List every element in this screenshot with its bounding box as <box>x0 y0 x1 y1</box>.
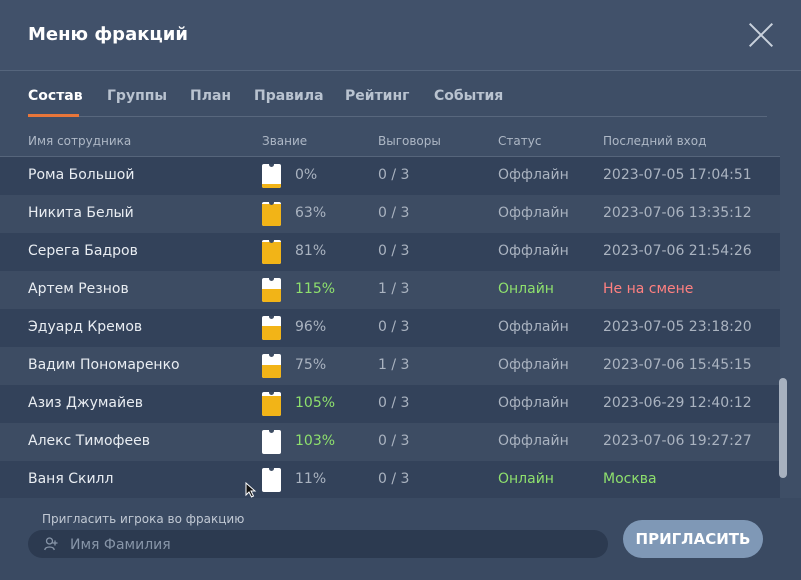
member-name: Рома Большой <box>28 167 135 183</box>
last-login: 2023-07-05 17:04:51 <box>603 167 752 183</box>
rank-badge-icon <box>262 316 281 340</box>
last-login: 2023-07-05 23:18:20 <box>603 319 752 335</box>
last-login: Москва <box>603 471 657 487</box>
warnings-count: 0 / 3 <box>378 471 410 487</box>
members-table: Рома Большой 0% 0 / 3 Оффлайн 2023-07-05 17:… <box>0 157 780 498</box>
member-name: Эдуард Кремов <box>28 319 143 335</box>
rank-progress: 96% <box>295 319 327 335</box>
warnings-count: 0 / 3 <box>378 319 410 335</box>
column-header-last-login[interactable]: Последний вход <box>603 134 706 148</box>
table-row[interactable]: Алекс Тимофеев 103% 0 / 3 Оффлайн 2023-07-06… <box>0 423 780 461</box>
active-tab-indicator <box>28 114 79 117</box>
last-login: 2023-07-06 19:27:27 <box>603 433 752 449</box>
table-row[interactable]: Артем Резнов 115% 1 / 3 Онлайн Не на смене <box>0 271 780 309</box>
warnings-count: 0 / 3 <box>378 205 410 221</box>
member-status: Оффлайн <box>498 167 569 183</box>
rank-progress: 81% <box>295 243 327 259</box>
member-status: Онлайн <box>498 281 554 297</box>
member-name: Алекс Тимофеев <box>28 433 150 449</box>
member-name: Серега Бадров <box>28 243 138 259</box>
column-header-rank[interactable]: Звание <box>262 134 307 148</box>
rank-progress: 11% <box>295 471 327 487</box>
member-status: Оффлайн <box>498 243 569 259</box>
rank-progress: 103% <box>295 433 336 449</box>
invite-name-input[interactable] <box>68 534 592 556</box>
table-row[interactable]: Серега Бадров 81% 0 / 3 Оффлайн 2023-07-06 2… <box>0 233 780 271</box>
rank-badge-icon <box>262 240 281 264</box>
last-login: 2023-07-06 21:54:26 <box>603 243 752 259</box>
member-status: Онлайн <box>498 471 554 487</box>
warnings-count: 0 / 3 <box>378 243 410 259</box>
user-plus-icon <box>44 537 58 551</box>
tab-bar: Состав Группы План Правила Рейтинг Событ… <box>0 72 801 116</box>
table-row[interactable]: Азиз Джумайев 105% 0 / 3 Оффлайн 2023-06-29 … <box>0 385 780 423</box>
close-icon[interactable] <box>748 22 774 48</box>
member-name: Артем Резнов <box>28 281 129 297</box>
member-status: Оффлайн <box>498 395 569 411</box>
mouse-cursor-icon <box>245 482 257 498</box>
rank-badge-icon <box>262 430 281 454</box>
scrollbar-thumb[interactable] <box>779 378 787 478</box>
warnings-count: 0 / 3 <box>378 395 410 411</box>
rank-badge-icon <box>262 278 281 302</box>
tabs-divider <box>28 116 767 117</box>
invite-field-wrapper <box>28 530 608 558</box>
invite-button[interactable]: ПРИГЛАСИТЬ <box>623 520 763 558</box>
faction-menu-window: Меню фракций Состав Группы План Правила … <box>0 0 801 580</box>
invite-panel: Пригласить игрока во фракцию ПРИГЛАСИТЬ <box>0 498 801 580</box>
table-row[interactable]: Ваня Скилл 11% 0 / 3 Онлайн Москва <box>0 461 780 498</box>
member-name: Азиз Джумайев <box>28 395 143 411</box>
tab-reyting[interactable]: Рейтинг <box>345 88 409 104</box>
column-header-status[interactable]: Статус <box>498 134 541 148</box>
rank-badge-icon <box>262 354 281 378</box>
member-name: Ваня Скилл <box>28 471 114 487</box>
tab-pravila[interactable]: Правила <box>254 88 324 104</box>
last-login: 2023-07-06 15:45:15 <box>603 357 752 373</box>
member-status: Оффлайн <box>498 319 569 335</box>
rank-badge-icon <box>262 164 281 188</box>
table-row[interactable]: Никита Белый 63% 0 / 3 Оффлайн 2023-07-06 13… <box>0 195 780 233</box>
rank-progress: 75% <box>295 357 327 373</box>
tab-gruppy[interactable]: Группы <box>107 88 167 104</box>
rank-badge-icon <box>262 468 281 492</box>
table-row[interactable]: Рома Большой 0% 0 / 3 Оффлайн 2023-07-05 17:… <box>0 157 780 195</box>
last-login: Не на смене <box>603 281 694 297</box>
warnings-count: 0 / 3 <box>378 167 410 183</box>
invite-label: Пригласить игрока во фракцию <box>42 512 245 526</box>
rank-progress: 63% <box>295 205 327 221</box>
member-name: Вадим Пономаренко <box>28 357 180 373</box>
column-header-name[interactable]: Имя сотрудника <box>28 134 131 148</box>
tab-sobytiya[interactable]: События <box>434 88 503 104</box>
tab-sostav[interactable]: Состав <box>28 88 83 104</box>
rank-progress: 105% <box>295 395 336 411</box>
window-title: Меню фракций <box>28 24 188 45</box>
rank-progress: 115% <box>295 281 336 297</box>
warnings-count: 0 / 3 <box>378 433 410 449</box>
warnings-count: 1 / 3 <box>378 357 410 373</box>
member-status: Оффлайн <box>498 433 569 449</box>
last-login: 2023-06-29 12:40:12 <box>603 395 752 411</box>
last-login: 2023-07-06 13:35:12 <box>603 205 752 221</box>
table-row[interactable]: Эдуард Кремов 96% 0 / 3 Оффлайн 2023-07-05 2… <box>0 309 780 347</box>
table-header: Имя сотрудника Звание Выговоры Статус По… <box>0 132 801 152</box>
table-row[interactable]: Вадим Пономаренко 75% 1 / 3 Оффлайн 2023-07-… <box>0 347 780 385</box>
rank-badge-icon <box>262 202 281 226</box>
tab-plan[interactable]: План <box>190 88 231 104</box>
rank-progress: 0% <box>295 167 318 183</box>
column-header-warnings[interactable]: Выговоры <box>378 134 441 148</box>
window-header: Меню фракций <box>0 0 801 71</box>
rank-badge-icon <box>262 392 281 416</box>
member-status: Оффлайн <box>498 205 569 221</box>
member-status: Оффлайн <box>498 357 569 373</box>
warnings-count: 1 / 3 <box>378 281 410 297</box>
member-name: Никита Белый <box>28 205 134 221</box>
